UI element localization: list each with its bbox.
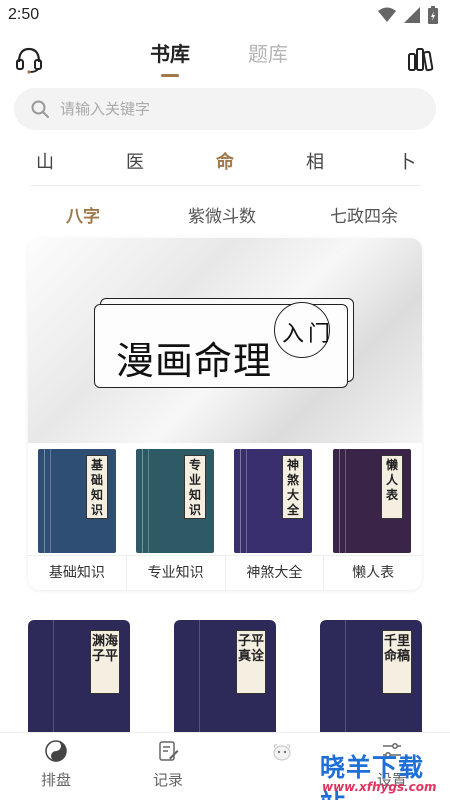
book-spine <box>320 620 346 732</box>
book-stitch <box>148 449 149 553</box>
edit-icon <box>159 741 179 761</box>
banner-badge: 入门 <box>282 322 335 347</box>
book-stitch <box>246 449 247 553</box>
mini-book-shensha[interactable]: 神煞大全 <box>234 449 312 553</box>
book-stitch <box>142 449 143 553</box>
watermark-url: www.xfhygs.com <box>322 780 437 794</box>
mini-book-cover-text: 懒人表 <box>381 455 403 519</box>
tab-question-bank[interactable]: 题库 <box>248 38 288 67</box>
book-stitch <box>240 449 241 553</box>
book-ziping-zhenquan[interactable]: 子平真诠 <box>174 620 276 732</box>
mini-book-label[interactable]: 神煞大全 <box>226 556 325 590</box>
yin-yang-icon <box>45 740 67 762</box>
mini-book-cover-text: 神煞大全 <box>282 455 304 519</box>
book-stitch <box>44 449 45 553</box>
wifi-icon <box>378 7 396 22</box>
mini-book-cover-text: 专业知识 <box>184 455 206 519</box>
mini-book-labels: 基础知识 专业知识 神煞大全 懒人表 <box>28 555 422 590</box>
subtab-bazi[interactable]: 八字 <box>66 202 100 227</box>
book-cover-text: 子平真诠 <box>236 630 266 694</box>
mini-book-professional[interactable]: 专业知识 <box>136 449 214 553</box>
status-time: 2:50 <box>8 6 40 23</box>
signal-icon <box>404 7 420 23</box>
search-bar[interactable] <box>14 88 436 130</box>
nav-records[interactable]: 记录 <box>138 739 198 790</box>
status-bar: 2:50 <box>0 0 450 32</box>
nav-label: 记录 <box>152 771 183 789</box>
tab-library-label: 书库 <box>150 42 190 66</box>
book-spine <box>174 620 200 732</box>
book-stitch <box>50 449 51 553</box>
category-medicine[interactable]: 医 <box>126 148 144 174</box>
mini-book-label[interactable]: 专业知识 <box>127 556 226 590</box>
category-divider <box>30 185 422 186</box>
book-cover-text: 千里命稿 <box>382 630 412 694</box>
banner[interactable]: 漫画命理 入门 <box>28 238 422 443</box>
mascot-icon <box>273 744 291 761</box>
book-stitch <box>339 449 340 553</box>
mini-book-label[interactable]: 懒人表 <box>324 556 422 590</box>
book-yuanhai-ziping[interactable]: 渊海子平 <box>28 620 130 732</box>
mini-book-lazy-table[interactable]: 懒人表 <box>333 449 411 553</box>
category-tabs: 山 医 命 相 卜 <box>0 138 450 182</box>
subtab-ziwei[interactable]: 紫微斗数 <box>188 202 256 227</box>
mini-books-row: 基础知识 专业知识 神煞大全 懒人表 <box>28 443 422 555</box>
header: 书库 题库 <box>0 32 450 84</box>
watermark: 晓羊下载站 www.xfhygs.com <box>314 746 448 800</box>
battery-icon <box>428 6 438 24</box>
mini-book-label[interactable]: 基础知识 <box>28 556 127 590</box>
tab-question-bank-label: 题库 <box>248 42 288 66</box>
category-divination[interactable]: 卜 <box>398 148 416 174</box>
nav-label: 排盘 <box>40 771 71 789</box>
category-mountain[interactable]: 山 <box>36 148 54 174</box>
nav-paipan[interactable]: 排盘 <box>26 739 86 790</box>
tab-library[interactable]: 书库 <box>150 38 190 77</box>
mini-book-cover-text: 基础知识 <box>86 455 108 519</box>
book-qianli-minggao[interactable]: 千里命稿 <box>320 620 422 732</box>
mini-book-basics[interactable]: 基础知识 <box>38 449 116 553</box>
book-stitch <box>345 449 346 553</box>
search-icon <box>31 100 49 118</box>
bookshelf-icon[interactable] <box>406 44 436 74</box>
nav-mascot[interactable] <box>252 739 312 769</box>
headset-icon[interactable] <box>14 44 44 74</box>
status-icons <box>378 6 438 24</box>
book-spine <box>28 620 54 732</box>
category-physiognomy[interactable]: 相 <box>306 148 324 174</box>
subtab-qizheng[interactable]: 七政四余 <box>330 202 398 227</box>
book-cover-text: 渊海子平 <box>90 630 120 694</box>
tab-active-indicator <box>161 74 179 77</box>
category-destiny[interactable]: 命 <box>216 148 234 174</box>
featured-card: 漫画命理 入门 基础知识 专业知识 神煞大全 懒人表 基础知识 专业知识 神煞大… <box>28 238 422 590</box>
search-input[interactable] <box>60 88 420 130</box>
top-tabs: 书库 题库 <box>150 38 288 77</box>
banner-title: 漫画命理 <box>116 339 273 383</box>
